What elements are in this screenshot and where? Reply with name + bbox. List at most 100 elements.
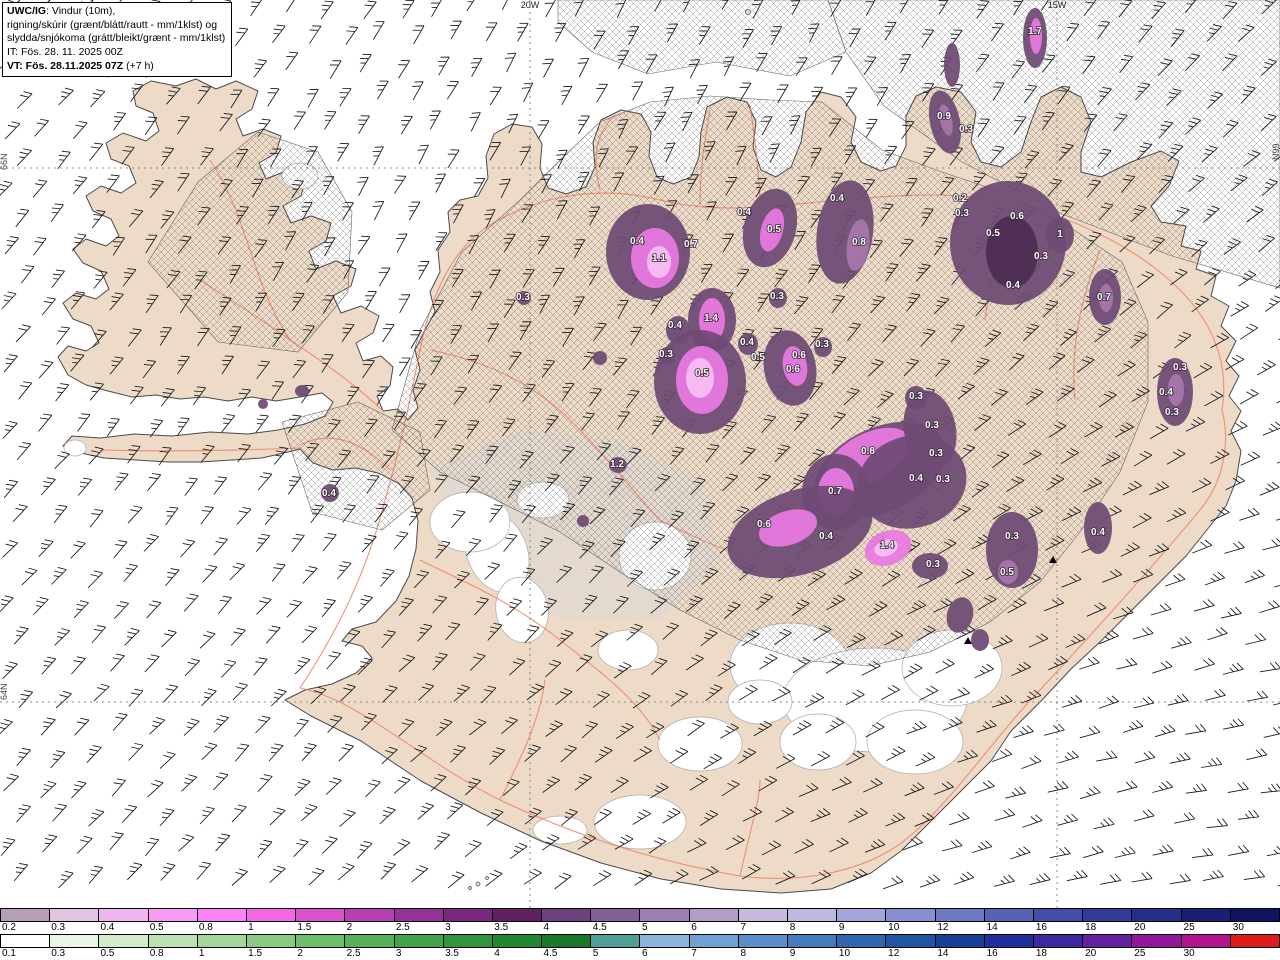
- legend-tick-label: 0.1: [2, 948, 16, 959]
- legend: 0.2 0.3 0.4 0.5 0.8 1 1.5 2 2.5 3 3.5 4 4.5 5 6 7 8 9 10 12…: [0, 908, 1280, 960]
- legend-tick-label: 3: [395, 948, 402, 959]
- legend-tick-label: 9: [789, 948, 796, 959]
- legend-cell: [640, 935, 690, 947]
- precip-blob: [971, 629, 989, 651]
- precip-value-label: 0.6: [757, 519, 771, 530]
- info-line-title: UWC/IG: Vindur (10m),: [7, 5, 116, 17]
- precip-blob: [986, 216, 1038, 288]
- legend-cell: [99, 935, 149, 947]
- precip-value-label: 0.6: [1010, 211, 1024, 222]
- legend-tick-label: 0.3: [51, 922, 66, 933]
- precip-blob: [944, 43, 960, 87]
- legend-tick-label: 2: [297, 948, 303, 959]
- legend-cell: [886, 935, 936, 947]
- precip-blob: [577, 515, 589, 527]
- precip-value-label: 0.4: [1159, 387, 1173, 398]
- precip-value-label: 0.3: [955, 208, 969, 219]
- legend-tick-label: 14: [937, 948, 949, 959]
- legend-tick-label: 7: [691, 948, 697, 959]
- legend-cell: [886, 909, 936, 921]
- legend-tick-label: 16: [986, 948, 998, 959]
- legend-cell: [345, 909, 395, 921]
- legend-cell: [1181, 935, 1231, 947]
- legend-tick-label: 1: [248, 922, 254, 933]
- precip-value-label: 1.4: [704, 313, 718, 324]
- legend-tick-label: 3.5: [494, 922, 509, 933]
- legend-cell: [0, 909, 51, 921]
- legend-cell: [984, 935, 1034, 947]
- map-info-box: UWC/IG: Vindur (10m), rigning/skúrir (gr…: [2, 2, 233, 78]
- precip-value-label: 0.3: [770, 291, 784, 302]
- graticule-label-right: 66N: [1271, 143, 1280, 160]
- precip-value-label: 0.3: [1173, 362, 1187, 373]
- graticule-label-left: 64N: [0, 683, 9, 700]
- legend-tick-label: 10: [888, 922, 900, 933]
- precip-value-label: 0.4: [737, 207, 751, 218]
- legend-cell: [492, 909, 543, 921]
- legend-bar-rain: [0, 934, 1280, 948]
- legend-tick-label: 1: [198, 948, 205, 959]
- legend-tick-label: 8: [789, 922, 796, 933]
- precip-value-label: 0.3: [909, 391, 923, 402]
- legend-tick-label: 30: [1232, 922, 1244, 933]
- legend-cell: [738, 909, 788, 921]
- small-island: [468, 886, 472, 890]
- legend-tick-label: 4: [543, 922, 550, 933]
- legend-tick-label: 2.5: [346, 948, 361, 959]
- precip-value-label: 0.5: [751, 352, 765, 363]
- legend-tick-label: 0.2: [2, 922, 16, 933]
- graticule-label-left: 66N: [0, 153, 9, 170]
- graticule-label-top: 20W: [520, 0, 540, 10]
- legend-tick-label: 4.5: [592, 922, 607, 933]
- precip-value-label: 0.6: [786, 364, 800, 375]
- precip-value-label: 0.6: [792, 350, 806, 361]
- small-island: [745, 9, 751, 15]
- graticule-label-top: 15W: [1047, 0, 1067, 10]
- weather-map: 1.7 0.9 0.3 0.2 0.3 0.6 0.5 1 0.3 0.4 0.4 1.1 0.7 0.4…: [0, 0, 1280, 908]
- legend-tick-label: 20: [1085, 948, 1097, 959]
- legend-cell: [1181, 909, 1231, 921]
- precip-value-label: 1.1: [652, 253, 666, 264]
- legend-cell: [296, 909, 346, 921]
- legend-cell: [788, 909, 838, 921]
- precip-value-label: 1.7: [1028, 26, 1042, 37]
- legend-tick-label: 20: [1134, 922, 1146, 933]
- legend-tick-label: 6: [642, 948, 648, 959]
- legend-cell: [197, 935, 247, 947]
- legend-tick-label: 4.5: [543, 948, 558, 959]
- precip-value-label: 0.4: [668, 320, 682, 331]
- glacier: [532, 815, 588, 845]
- glacier: [727, 679, 793, 725]
- precip-value-label: 0.7: [684, 239, 698, 250]
- legend-cell: [689, 935, 739, 947]
- precip-value-label: 1.4: [880, 540, 894, 551]
- legend-cell: [542, 909, 592, 921]
- precip-value-label: 0.5: [695, 368, 709, 379]
- map-canvas: 1.7 0.9 0.3 0.2 0.3 0.6 0.5 1 0.3 0.4 0.4 1.1 0.7 0.4…: [0, 0, 1280, 908]
- legend-cell: [935, 935, 985, 947]
- legend-tick-label: 3: [445, 922, 451, 933]
- legend-tick-label: 5: [642, 922, 648, 933]
- legend-tick-label: 6: [691, 922, 697, 933]
- legend-cell: [197, 909, 247, 921]
- precip-value-label: 0.2: [953, 193, 967, 204]
- legend-cell: [1132, 909, 1182, 921]
- precip-value-label: 0.3: [926, 559, 940, 570]
- legend-tick-label: 14: [986, 922, 998, 933]
- legend-tick-label: 25: [1134, 948, 1146, 959]
- precip-value-label: 0.3: [815, 339, 829, 350]
- legend-tick-label: 18: [1035, 948, 1047, 959]
- legend-cell: [1083, 935, 1133, 947]
- legend-cell: [788, 935, 838, 947]
- legend-tick-label: 18: [1085, 922, 1097, 933]
- precip-value-label: 0.3: [1005, 531, 1019, 542]
- legend-cell: [296, 935, 346, 947]
- precip-value-label: 0.3: [659, 349, 673, 360]
- legend-tick-label: 7: [740, 922, 747, 933]
- precip-value-label: 0.3: [936, 474, 950, 485]
- legend-labels-sleet-snow: 0.2 0.3 0.4 0.5 0.8 1 1.5 2 2.5 3 3.5 4 4.5 5 6 7 8 9 10 12…: [0, 922, 1280, 934]
- legend-cell: [591, 935, 641, 947]
- legend-tick-label: 0.5: [100, 948, 115, 959]
- legend-cell: [1230, 909, 1280, 921]
- legend-tick-label: 12: [937, 922, 949, 933]
